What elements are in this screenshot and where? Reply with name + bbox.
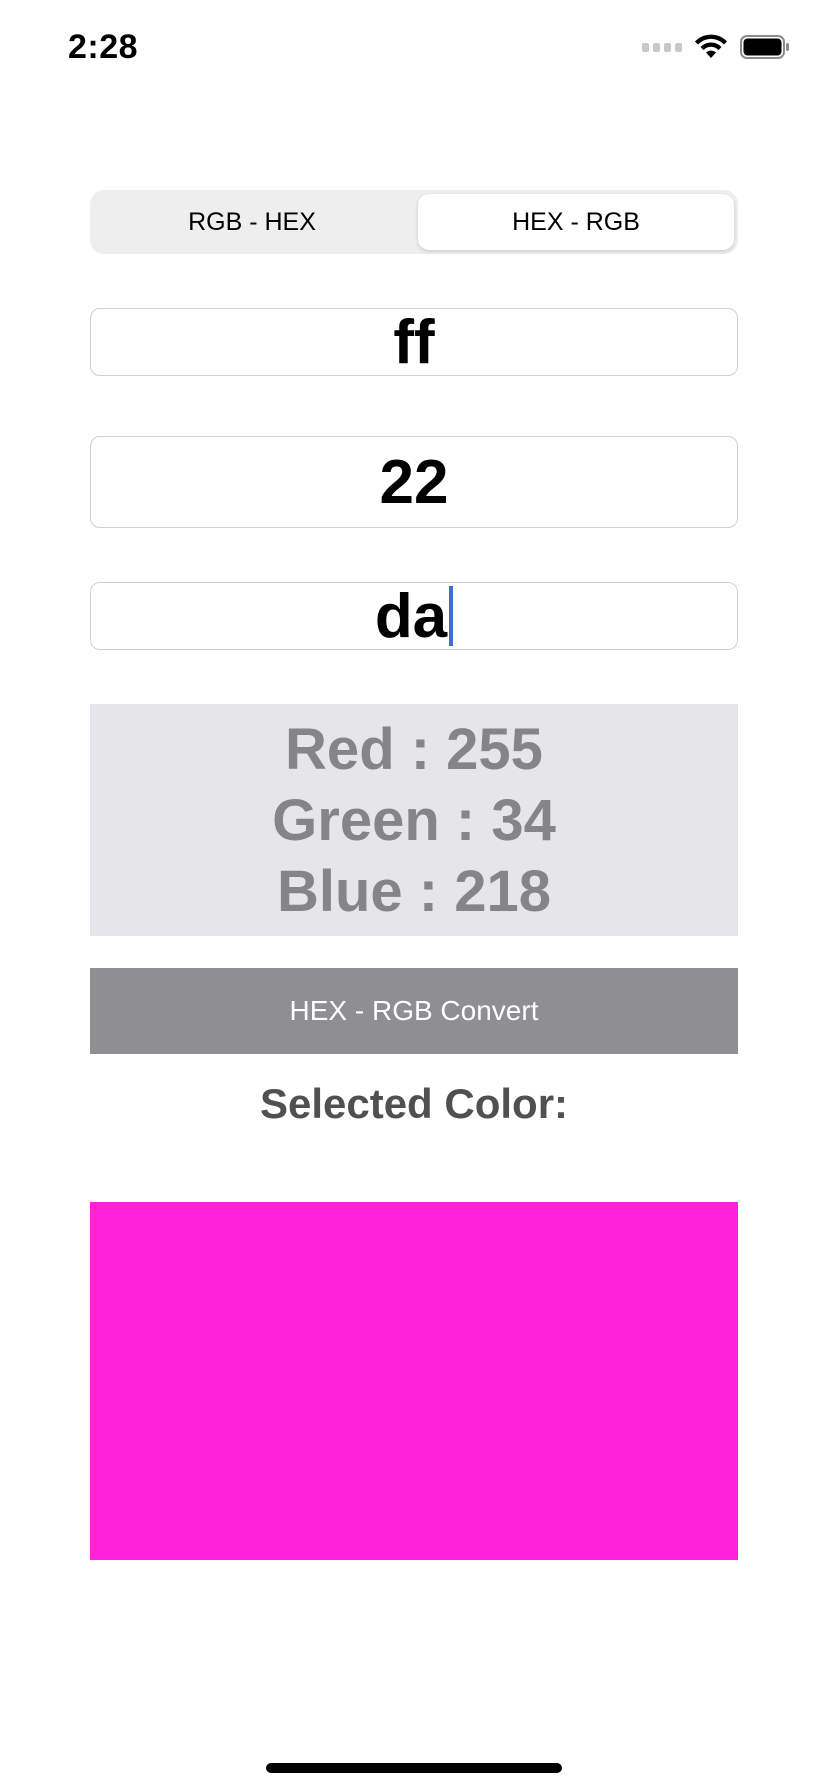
home-indicator[interactable] (266, 1763, 562, 1773)
color-swatch (90, 1202, 738, 1560)
blue-hex-field[interactable]: da (90, 581, 738, 652)
blue-hex-value: da (374, 581, 448, 651)
red-hex-value: ff (393, 307, 435, 377)
convert-button[interactable]: HEX - RGB Convert (90, 968, 738, 1054)
segment-rgb-hex[interactable]: RGB - HEX (94, 194, 410, 250)
wifi-icon (695, 34, 727, 58)
green-hex-field[interactable]: 22 (90, 436, 738, 528)
blue-result: Blue : 218 (277, 858, 551, 924)
status-time: 2:28 (68, 28, 139, 66)
segment-hex-rgb[interactable]: HEX - RGB (418, 194, 734, 250)
red-result: Red : 255 (285, 716, 543, 782)
cellular-signal-icon (642, 42, 682, 52)
status-icons (642, 34, 790, 60)
green-result: Green : 34 (272, 787, 556, 853)
blue-hex-wrap: da (374, 581, 454, 652)
red-hex-field[interactable]: ff (90, 307, 738, 377)
rgb-result-panel: Red : 255 Green : 34 Blue : 218 (90, 704, 738, 936)
green-hex-value: 22 (379, 447, 449, 517)
status-bar: 2:28 (0, 0, 828, 100)
text-caret (449, 586, 454, 646)
mode-segmented-control: RGB - HEX HEX - RGB (90, 190, 738, 254)
battery-icon (740, 35, 789, 59)
selected-color-label: Selected Color: (259, 1080, 569, 1127)
